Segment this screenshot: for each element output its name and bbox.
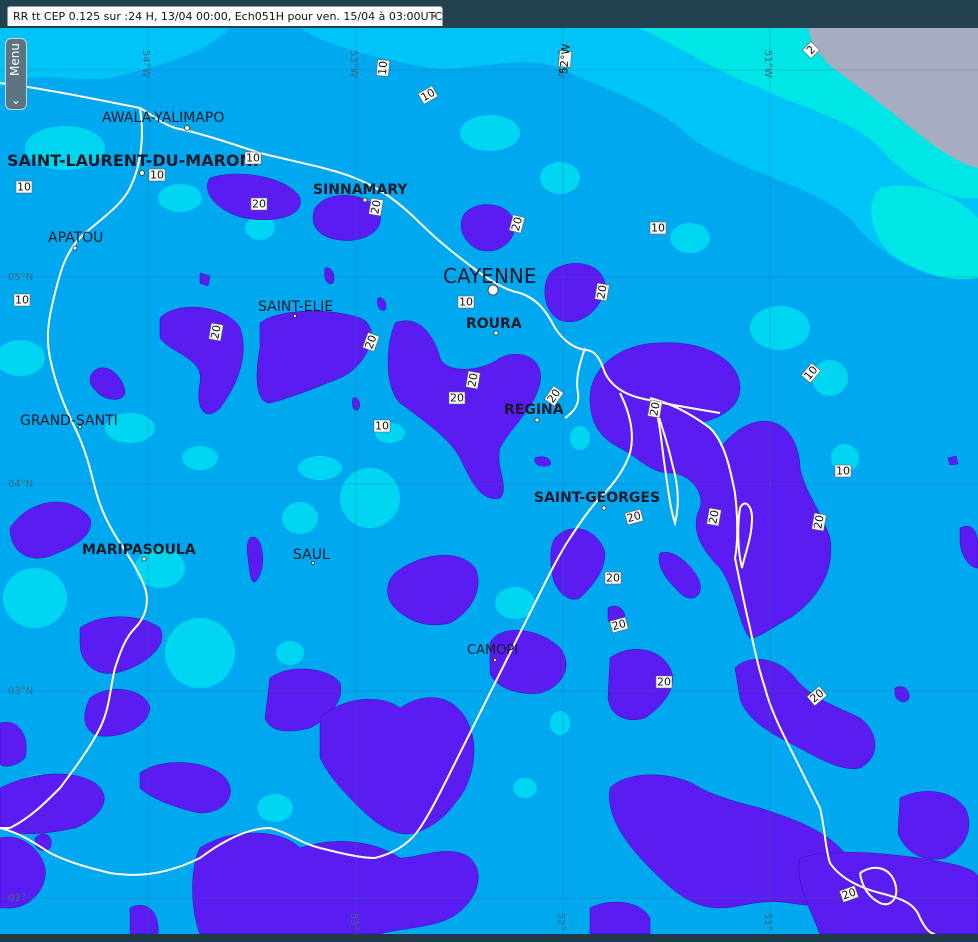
menu-button[interactable]: Menu ⌄: [5, 38, 27, 110]
grid-label: 51°: [762, 913, 773, 931]
contour-label: 20: [250, 198, 268, 211]
grid-label: 03°N: [8, 686, 33, 697]
menu-label: Menu: [8, 43, 22, 76]
contour-label: 20: [647, 399, 663, 419]
grid-label: 05°N: [8, 272, 33, 283]
svg-text:20: 20: [208, 324, 223, 340]
city-apatou: APATOU: [48, 230, 103, 246]
contour-label: 20: [465, 370, 481, 390]
svg-text:20: 20: [606, 572, 620, 585]
svg-text:10: 10: [17, 181, 31, 194]
city-cayenne: CAYENNE: [443, 264, 537, 288]
svg-text:10: 10: [375, 420, 389, 433]
svg-text:20: 20: [594, 284, 609, 300]
map-tab[interactable]: RR tt CEP 0.125 sur :24 H, 13/04 00:00, …: [7, 6, 443, 26]
svg-text:10: 10: [376, 60, 390, 75]
city-camopi: CAMOPI: [467, 643, 518, 658]
svg-text:20: 20: [657, 676, 671, 689]
grid-label: 51°W: [762, 50, 773, 78]
svg-text:20: 20: [706, 509, 721, 525]
svg-text:20: 20: [368, 199, 383, 215]
contour-label: 10: [457, 296, 475, 309]
bottom-toolbar: [0, 934, 418, 942]
contour-label: 20: [594, 282, 610, 302]
grid-label: 53°: [348, 913, 359, 931]
svg-text:20: 20: [647, 401, 662, 417]
contour-label: 10: [373, 420, 391, 433]
svg-text:52°W: 52°W: [557, 43, 573, 75]
contour-label: 20: [448, 392, 466, 405]
svg-text:20: 20: [465, 372, 480, 388]
grid-label: 04°N: [8, 479, 33, 490]
svg-text:10: 10: [15, 294, 29, 307]
city-saint-georges: SAINT-GEORGES: [534, 490, 660, 506]
contour-label: 10: [376, 59, 390, 77]
contour-label: 20: [368, 197, 384, 217]
svg-text:20: 20: [252, 198, 266, 211]
grid-label: 54°W: [140, 50, 151, 78]
contour-label: 10: [244, 152, 262, 165]
city-saul: SAUL: [293, 547, 330, 563]
close-icon[interactable]: ×: [429, 7, 439, 26]
contour-label: 10: [148, 169, 166, 182]
grid-label: 02°: [8, 893, 26, 904]
contour-label: 20: [706, 507, 722, 527]
svg-text:10: 10: [651, 222, 665, 235]
contour-label: 10: [13, 294, 31, 307]
contour-label: 52°W: [557, 43, 573, 75]
contour-label: 10: [15, 181, 33, 194]
map-tab-title: RR tt CEP 0.125 sur :24 H, 13/04 00:00, …: [13, 10, 443, 23]
city-awala-yalimapo: AWALA-YALIMAPO: [102, 110, 224, 126]
grid-label: 52°: [555, 913, 566, 931]
city-saint-elie: SAINT-ELIE: [258, 299, 333, 315]
city-saint-laurent: SAINT-LAURENT-DU-MARONI: [7, 151, 259, 170]
city-roura: ROURA: [466, 316, 522, 332]
contour-label: 20: [604, 572, 622, 585]
contour-label: 20: [655, 676, 673, 689]
contour-label: 20: [811, 512, 827, 532]
grid-label: 53°W: [348, 50, 359, 78]
svg-text:10: 10: [836, 465, 850, 478]
chevron-down-icon: ⌄: [10, 93, 22, 107]
city-maripasoula: MARIPASOULA: [82, 542, 196, 558]
contour-label: 20: [208, 322, 224, 342]
svg-text:10: 10: [246, 152, 260, 165]
contour-label: 10: [649, 222, 667, 235]
city-grand-santi: GRAND-SANTI: [20, 413, 118, 429]
contour-label: 10: [834, 465, 852, 478]
svg-text:10: 10: [459, 296, 473, 309]
svg-text:10: 10: [150, 169, 164, 182]
svg-text:20: 20: [450, 392, 464, 405]
svg-text:20: 20: [811, 514, 826, 530]
city-sinnamary: SINNAMARY: [313, 182, 408, 198]
precipitation-map[interactable]: 54°W 53°W 52°W 51°W 05°N 04°N 03°N 52° 5…: [0, 28, 978, 934]
